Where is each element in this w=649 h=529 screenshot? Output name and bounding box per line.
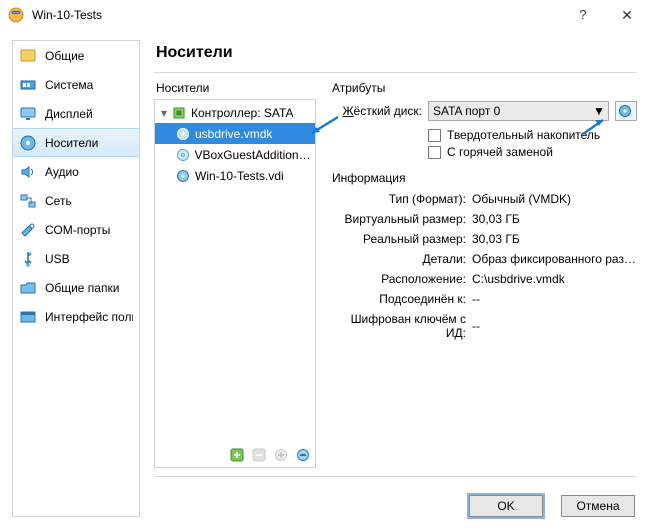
sidebar-item-label: СОМ-порты: [45, 223, 110, 237]
port-select[interactable]: SATA порт 0 ▼: [428, 101, 609, 121]
storage-tree[interactable]: ▾ Контроллер: SATA usbdrive.vmdk VBoxGue…: [154, 99, 316, 468]
port-select-value: SATA порт 0: [433, 104, 592, 118]
remove-attachment-icon[interactable]: [295, 447, 311, 463]
sidebar-item-label: Аудио: [45, 165, 79, 179]
add-attachment-icon[interactable]: [273, 447, 289, 463]
sidebar-item-shared[interactable]: Общие папки: [13, 273, 139, 302]
info-value: --: [472, 292, 637, 306]
tree-node-label: VBoxGuestAdditions...: [195, 148, 311, 162]
info-value: Обычный (VMDK): [472, 192, 637, 206]
info-key: Расположение:: [330, 272, 472, 286]
info-value: C:\usbdrive.vmdk: [472, 272, 637, 286]
sidebar-item-label: Общие: [45, 49, 84, 63]
sidebar-item-label: Общие папки: [45, 281, 119, 295]
interface-icon: [19, 308, 37, 326]
sidebar-item-audio[interactable]: Аудио: [13, 157, 139, 186]
sidebar-item-label: Носители: [45, 136, 98, 150]
tree-node-label: Контроллер: SATA: [191, 106, 293, 120]
ssd-checkbox-label: Твердотельный накопитель: [447, 128, 600, 142]
sidebar-item-label: Интерфейс пользователя: [45, 310, 133, 324]
storage-tree-toolbar: [155, 443, 315, 467]
hdd-icon: [175, 126, 191, 142]
chevron-down-icon: ▼: [592, 104, 606, 118]
close-button[interactable]: ✕: [605, 0, 649, 30]
sidebar-item-label: USB: [45, 252, 70, 266]
system-icon: [19, 76, 37, 94]
cancel-button[interactable]: Отмена: [561, 495, 635, 517]
information-section-label: Информация: [330, 169, 637, 189]
disk-node-usbdrive[interactable]: usbdrive.vmdk: [155, 123, 315, 144]
sidebar-item-network[interactable]: Сеть: [13, 186, 139, 215]
tree-node-label: usbdrive.vmdk: [195, 127, 272, 141]
disk-node-guestadditions[interactable]: VBoxGuestAdditions...: [155, 144, 315, 165]
disk-node-wintests[interactable]: Win-10-Tests.vdi: [155, 165, 315, 186]
add-controller-icon[interactable]: [229, 447, 245, 463]
page-title: Носители: [154, 40, 637, 73]
remove-controller-icon[interactable]: [251, 447, 267, 463]
hdd-icon: [175, 168, 191, 184]
sidebar-item-label: Сеть: [45, 194, 72, 208]
info-key: Виртуальный размер:: [330, 212, 472, 226]
controller-chip-icon: [171, 105, 187, 121]
storage-icon: [19, 134, 37, 152]
help-button[interactable]: ?: [561, 0, 605, 30]
info-key: Шифрован ключём с ИД:: [330, 312, 472, 340]
audio-icon: [19, 163, 37, 181]
serial-icon: [19, 221, 37, 239]
sidebar-item-display[interactable]: Дисплей: [13, 99, 139, 128]
info-key: Подсоединён к:: [330, 292, 472, 306]
storage-section-label: Носители: [154, 79, 316, 99]
sidebar-item-system[interactable]: Система: [13, 70, 139, 99]
disk-chooser-button[interactable]: [615, 101, 637, 121]
shared-folders-icon: [19, 279, 37, 297]
sidebar-item-label: Система: [45, 78, 93, 92]
chevron-down-icon[interactable]: ▾: [157, 106, 171, 120]
general-icon: [19, 47, 37, 65]
info-key: Детали:: [330, 252, 472, 266]
info-value: 30,03 ГБ: [472, 232, 637, 246]
window-title: Win-10-Tests: [32, 8, 561, 22]
display-icon: [19, 105, 37, 123]
hotplug-checkbox-label: С горячей заменой: [447, 145, 553, 159]
sidebar-item-storage[interactable]: Носители: [13, 128, 139, 157]
info-key: Тип (Формат):: [330, 192, 472, 206]
sidebar-item-label: Дисплей: [45, 107, 93, 121]
optical-disc-icon: [175, 147, 191, 163]
settings-sidebar: Общие Система Дисплей Носители Аудио Сет…: [12, 40, 140, 517]
info-value: Образ фиксированного разме...: [472, 252, 637, 266]
tree-node-label: Win-10-Tests.vdi: [195, 169, 284, 183]
hotplug-checkbox[interactable]: [428, 146, 441, 159]
ssd-checkbox[interactable]: [428, 129, 441, 142]
app-logo-icon: [8, 7, 24, 23]
sidebar-item-serial[interactable]: СОМ-порты: [13, 215, 139, 244]
info-key: Реальный размер:: [330, 232, 472, 246]
info-value: --: [472, 319, 637, 333]
title-bar: Win-10-Tests ? ✕: [0, 0, 649, 30]
controller-node[interactable]: ▾ Контроллер: SATA: [155, 102, 315, 123]
sidebar-item-ui[interactable]: Интерфейс пользователя: [13, 302, 139, 331]
attributes-section-label: Атрибуты: [330, 79, 637, 99]
hard-disk-label: Жёсткий диск:: [330, 104, 422, 118]
hdd-chooser-icon: [618, 104, 634, 118]
info-value: 30,03 ГБ: [472, 212, 637, 226]
usb-icon: [19, 250, 37, 268]
sidebar-item-usb[interactable]: USB: [13, 244, 139, 273]
ok-button[interactable]: OK: [469, 495, 543, 517]
network-icon: [19, 192, 37, 210]
sidebar-item-general[interactable]: Общие: [13, 41, 139, 70]
